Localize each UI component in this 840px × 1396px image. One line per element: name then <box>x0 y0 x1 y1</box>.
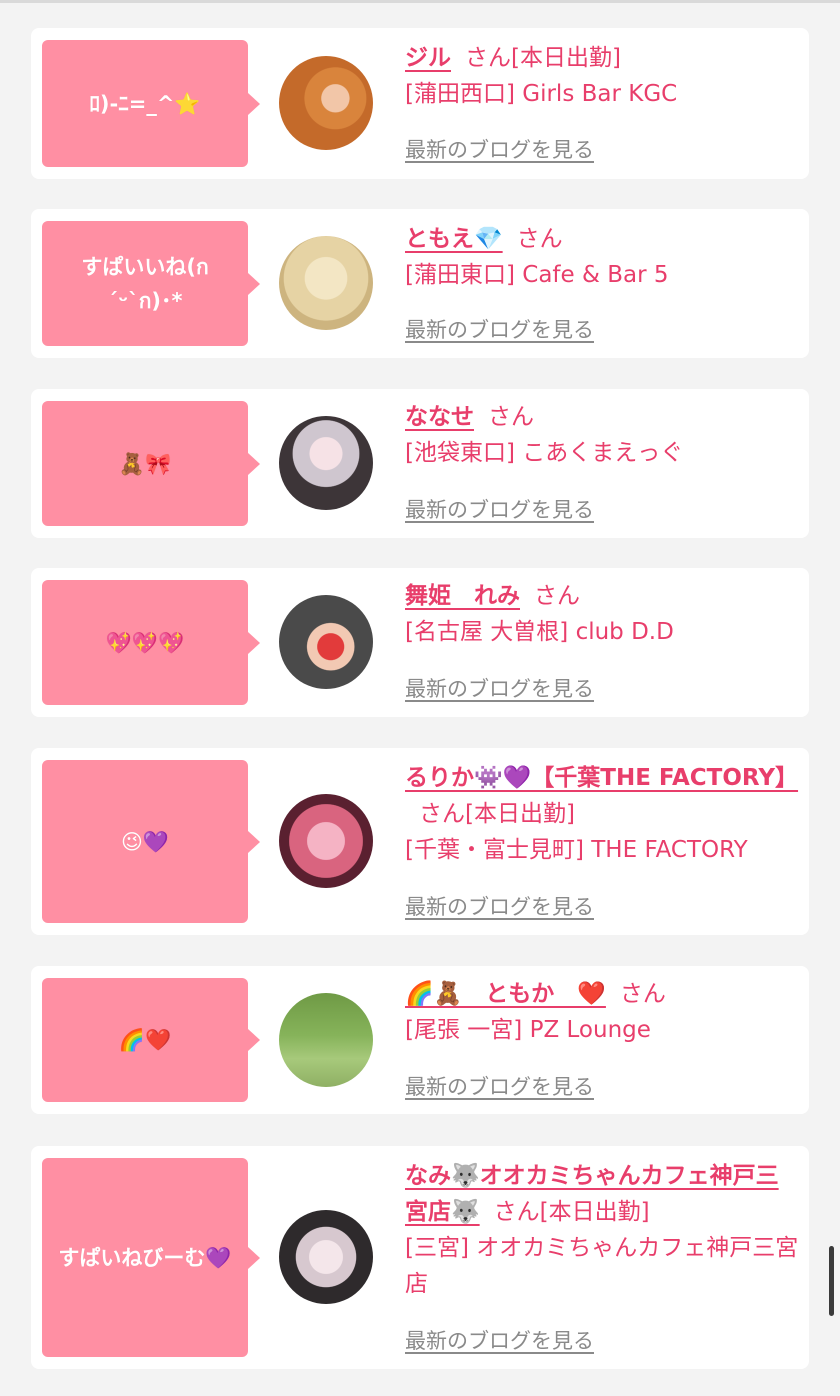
avatar[interactable] <box>279 794 373 888</box>
cast-card: 🌈❤️ 🌈🧸 ともか ❤️ さん [尾張 一宮] PZ Lounge 最新のブログ… <box>31 966 809 1114</box>
comment-text: 🌈❤️ <box>118 1028 172 1052</box>
cast-card: ﾛ)-ﾆ=_^⭐ ジル さん[本日出勤] [蒲田西口] Girls Bar KGC… <box>31 28 809 179</box>
san-label: さん <box>534 583 580 609</box>
comment-text: すぱいねびーむ💜 <box>58 1245 232 1270</box>
avatar[interactable] <box>279 595 373 689</box>
comment-bubble: 😉💜 <box>42 760 260 923</box>
comment-bubble: 🌈❤️ <box>42 978 260 1102</box>
status-badge: [本日出勤] <box>511 45 621 71</box>
blog-link[interactable]: 最新のブログを見る <box>405 673 594 703</box>
san-label: さん <box>493 1199 540 1225</box>
comment-text: ﾛ)-ﾆ=_^⭐ <box>89 91 201 116</box>
shop-link[interactable]: [蒲田東口] Cafe & Bar 5 <box>405 257 801 293</box>
shop-link[interactable]: [蒲田西口] Girls Bar KGC <box>405 76 801 112</box>
blog-link[interactable]: 最新のブログを見る <box>405 891 594 921</box>
status-badge: [本日出勤] <box>539 1199 650 1225</box>
comment-text: すぱいいね(ก´ᵕ`ก)･* <box>81 254 209 313</box>
san-label: さん <box>419 801 465 827</box>
cast-name-link[interactable]: るりか👾💜【千葉THE FACTORY】 <box>405 765 798 791</box>
blog-link[interactable]: 最新のブログを見る <box>405 1071 594 1101</box>
cast-card: 💖💖💖 舞姫 れみ さん [名古屋 大曽根] club D.D 最新のブログを見る <box>31 568 809 717</box>
avatar[interactable] <box>279 236 373 330</box>
comment-bubble: すぱいねびーむ💜 <box>42 1158 260 1357</box>
blog-link[interactable]: 最新のブログを見る <box>405 494 594 524</box>
status-badge: [本日出勤] <box>465 801 575 827</box>
comment-bubble: ﾛ)-ﾆ=_^⭐ <box>42 40 260 167</box>
san-label: さん <box>488 404 534 430</box>
comment-text: 💖💖💖 <box>105 630 185 655</box>
comment-bubble: すぱいいね(ก´ᵕ`ก)･* <box>42 221 260 346</box>
cast-name-link[interactable]: ななせ <box>405 404 474 430</box>
cast-name-link[interactable]: ジル <box>405 45 451 71</box>
avatar[interactable] <box>279 993 373 1087</box>
avatar[interactable] <box>279 1210 373 1304</box>
scrollbar[interactable] <box>829 1246 834 1316</box>
comment-text: 🧸🎀 <box>118 451 172 476</box>
blog-link[interactable]: 最新のブログを見る <box>405 134 594 164</box>
cast-card: すぱいいね(ก´ᵕ`ก)･* ともえ💎 さん [蒲田東口] Cafe & Bar … <box>31 209 809 358</box>
cast-name-link[interactable]: ともえ💎 <box>405 226 503 252</box>
cast-card: すぱいねびーむ💜 なみ🐺オオカミちゃんカフェ神戸三宮店🐺 さん[本日出勤] [三宮… <box>31 1146 809 1369</box>
shop-link[interactable]: [名古屋 大曽根] club D.D <box>405 614 801 650</box>
cast-name-link[interactable]: 🌈🧸 ともか ❤️ <box>405 981 606 1007</box>
comment-bubble: 🧸🎀 <box>42 401 260 526</box>
cast-name-link[interactable]: 舞姫 れみ <box>405 583 520 609</box>
blog-link[interactable]: 最新のブログを見る <box>405 1325 594 1355</box>
shop-link[interactable]: [尾張 一宮] PZ Lounge <box>405 1012 801 1048</box>
top-divider <box>0 0 840 3</box>
san-label: さん <box>516 226 563 252</box>
comment-text: 😉💜 <box>120 829 170 854</box>
avatar[interactable] <box>279 416 373 510</box>
comment-bubble: 💖💖💖 <box>42 580 260 705</box>
avatar[interactable] <box>279 56 373 150</box>
san-label: さん <box>619 981 666 1007</box>
shop-link[interactable]: [池袋東口] こあくまえっぐ <box>405 435 801 471</box>
shop-link[interactable]: [千葉・富士見町] THE FACTORY <box>405 832 801 868</box>
shop-link[interactable]: [三宮] オオカミちゃんカフェ神戸三宮店 <box>405 1230 801 1302</box>
blog-link[interactable]: 最新のブログを見る <box>405 314 594 344</box>
cast-card: 🧸🎀 ななせ さん [池袋東口] こあくまえっぐ 最新のブログを見る <box>31 389 809 538</box>
cast-card: 😉💜 るりか👾💜【千葉THE FACTORY】さん[本日出勤] [千葉・富士見町… <box>31 748 809 935</box>
san-label: さん <box>465 45 511 71</box>
